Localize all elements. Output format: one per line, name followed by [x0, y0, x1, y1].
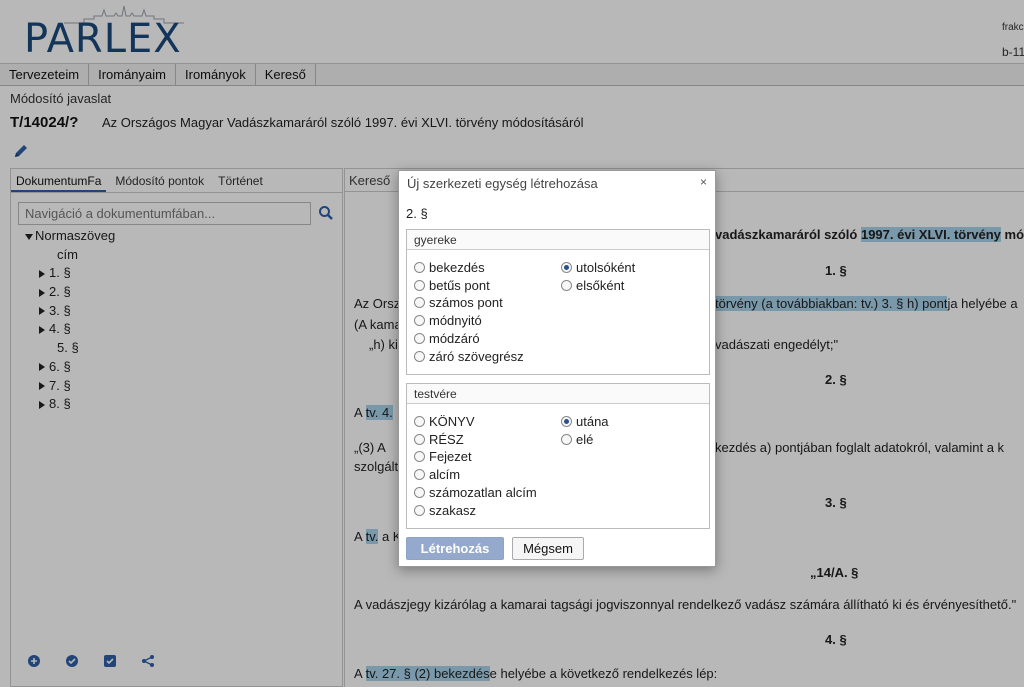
radio-selected-icon[interactable]	[561, 262, 572, 273]
radio-sibling-szakasz[interactable]: szakasz	[414, 502, 476, 520]
close-icon[interactable]: ×	[700, 175, 707, 189]
radio-child-szamos-pont[interactable]: számos pont	[414, 294, 503, 312]
radio-icon[interactable]	[414, 451, 425, 462]
radio-icon[interactable]	[561, 280, 572, 291]
radio-icon[interactable]	[414, 297, 425, 308]
radio-icon[interactable]	[414, 333, 425, 344]
radio-sibling-konyv[interactable]: KÖNYV	[414, 413, 475, 431]
radio-sibling-fejezet[interactable]: Fejezet	[414, 448, 472, 466]
radio-icon[interactable]	[414, 315, 425, 326]
radio-icon[interactable]	[561, 434, 572, 445]
sibling-fieldset: testvére KÖNYV RÉSZ Fejezet alcím számoz…	[406, 383, 710, 529]
create-unit-dialog: Új szerkezeti egység létrehozása × 2. § …	[398, 170, 716, 567]
radio-child-elsokent[interactable]: elsőként	[561, 277, 624, 295]
radio-child-zaro-szovegresz[interactable]: záró szövegrész	[414, 348, 524, 366]
radio-child-modnyito[interactable]: módnyitó	[414, 312, 482, 330]
radio-icon[interactable]	[414, 262, 425, 273]
dialog-title: Új szerkezeti egység létrehozása	[407, 176, 598, 191]
radio-icon[interactable]	[414, 351, 425, 362]
radio-sibling-alcim[interactable]: alcím	[414, 466, 460, 484]
radio-child-betus-pont[interactable]: betűs pont	[414, 277, 490, 295]
radio-sibling-ele[interactable]: elé	[561, 431, 593, 449]
radio-sibling-szamozatlan-alcim[interactable]: számozatlan alcím	[414, 484, 537, 502]
create-button[interactable]: Létrehozás	[406, 537, 504, 560]
radio-child-modzaro[interactable]: módzáró	[414, 330, 480, 348]
radio-sibling-utana[interactable]: utána	[561, 413, 609, 431]
radio-selected-icon[interactable]	[561, 416, 572, 427]
radio-icon[interactable]	[414, 434, 425, 445]
cancel-button[interactable]: Mégsem	[512, 537, 584, 560]
radio-icon[interactable]	[414, 416, 425, 427]
radio-icon[interactable]	[414, 487, 425, 498]
child-fieldset: gyereke bekezdés betűs pont számos pont …	[406, 229, 710, 375]
radio-child-bekezdes[interactable]: bekezdés	[414, 259, 485, 277]
sibling-legend: testvére	[407, 384, 709, 404]
radio-sibling-resz[interactable]: RÉSZ	[414, 431, 464, 449]
child-legend: gyereke	[407, 230, 709, 250]
radio-icon[interactable]	[414, 505, 425, 516]
radio-icon[interactable]	[414, 469, 425, 480]
dialog-target: 2. §	[406, 206, 428, 221]
radio-icon[interactable]	[414, 280, 425, 291]
radio-child-utolsokent[interactable]: utolsóként	[561, 259, 635, 277]
